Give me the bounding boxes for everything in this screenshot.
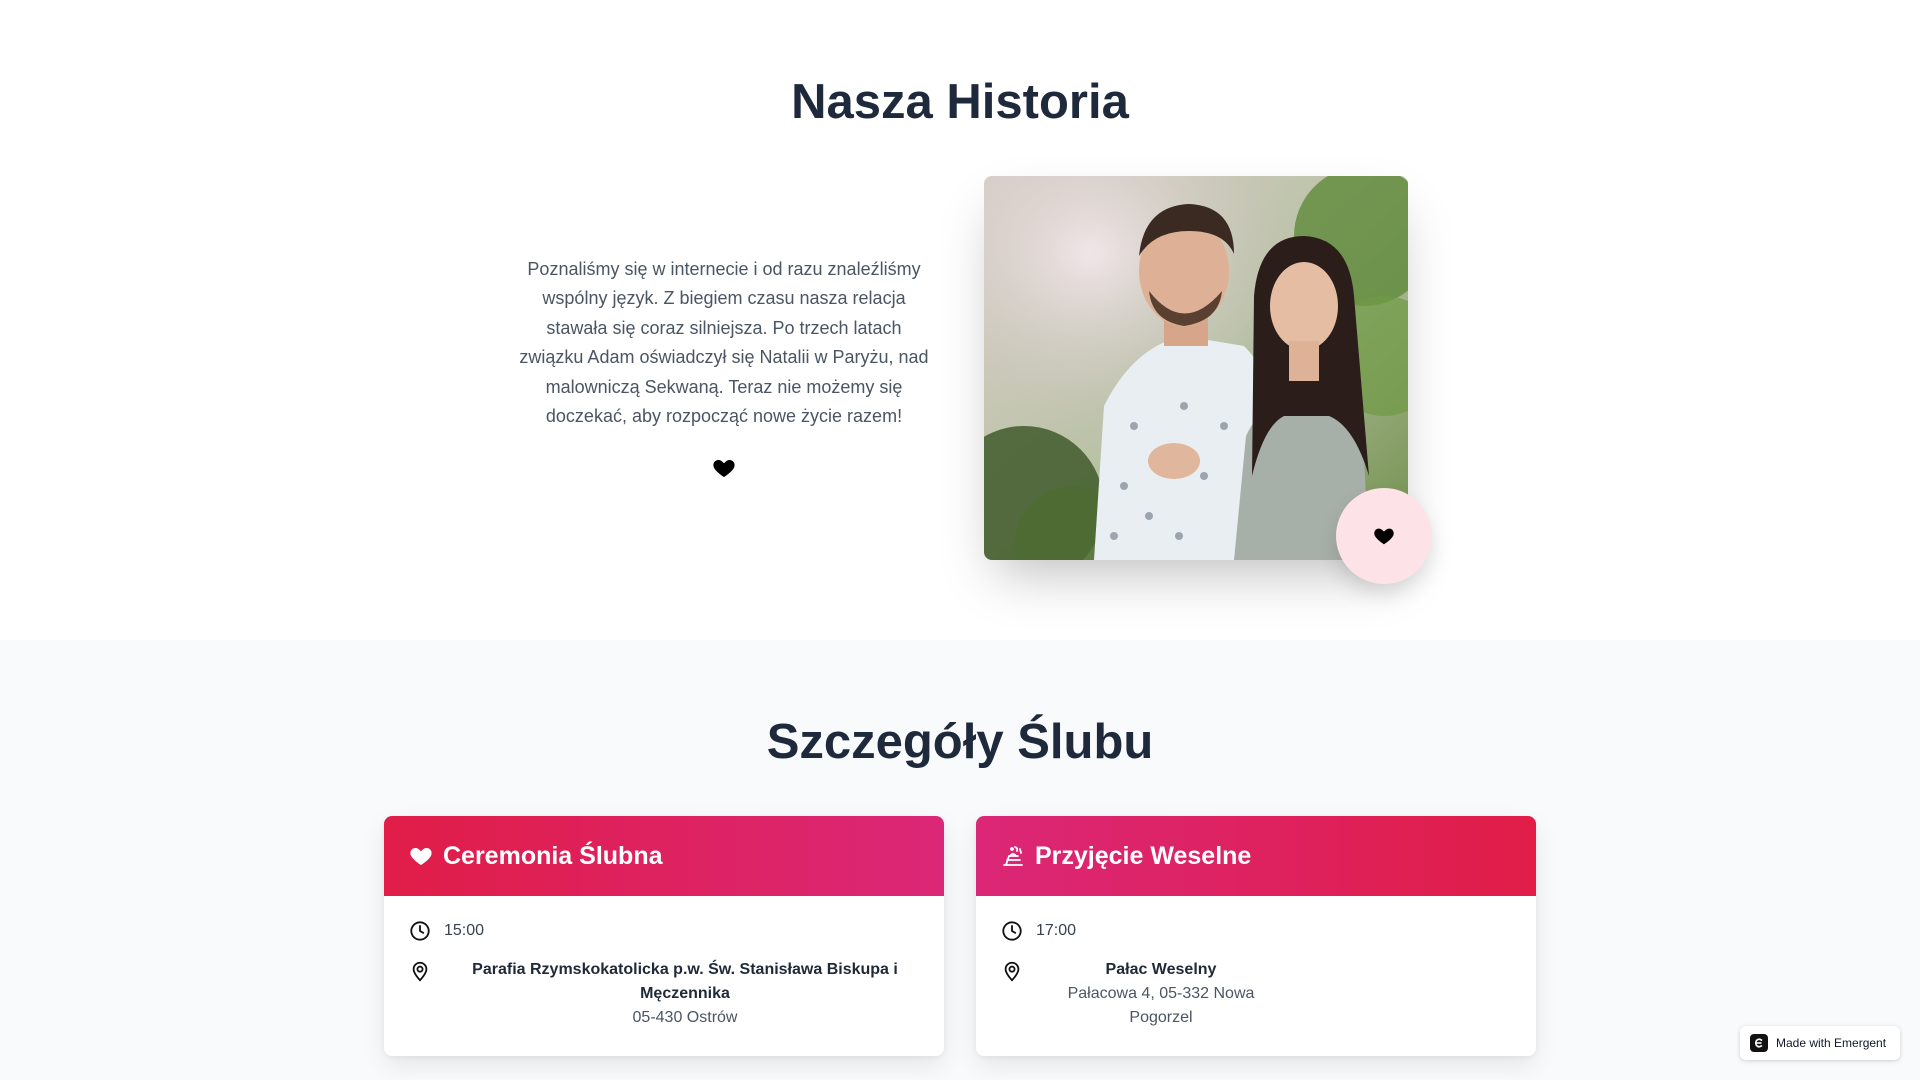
reception-card: Przyjęcie Weselne 17:00 Pałac Weselny Pa… — [976, 816, 1536, 1056]
ceremony-title: Ceremonia Ślubna — [443, 841, 663, 870]
heart-icon — [1373, 525, 1395, 547]
ceremony-time: 15:00 — [444, 922, 485, 939]
reception-location-row — [1001, 960, 1023, 982]
party-icon — [1001, 844, 1025, 868]
made-with-label: Made with Emergent — [1776, 1036, 1887, 1050]
ceremony-location-row — [409, 960, 431, 982]
ceremony-place-name: Parafia Rzymskokatolicka p.w. Św. Stanis… — [472, 961, 898, 1002]
details-title: Szczegóły Ślubu — [766, 715, 1154, 769]
ceremony-card-header: Ceremonia Ślubna — [384, 816, 944, 896]
heart-icon — [409, 844, 433, 868]
story-text: Poznaliśmy się w internecie i od razu zn… — [519, 259, 929, 427]
reception-time-row: 17:00 — [1001, 920, 1076, 942]
clock-icon — [1001, 920, 1023, 942]
heart-badge — [1336, 488, 1432, 584]
clock-icon — [409, 920, 431, 942]
reception-location: Pałac Weselny Pałacowa 4, 05-332 Nowa Po… — [1036, 958, 1286, 1030]
story-title: Nasza Historia — [791, 75, 1129, 129]
reception-title: Przyjęcie Weselne — [1035, 841, 1252, 870]
map-pin-icon — [1001, 960, 1023, 982]
ceremony-card: Ceremonia Ślubna 15:00 Parafia Rzymskoka… — [384, 816, 944, 1056]
emergent-logo-icon — [1750, 1034, 1768, 1052]
details-section — [0, 640, 1920, 1080]
reception-place-address: Pałacowa 4, 05-332 Nowa Pogorzel — [1067, 985, 1255, 1026]
ceremony-location: Parafia Rzymskokatolicka p.w. Św. Stanis… — [444, 958, 926, 1030]
couple-photo — [984, 176, 1408, 560]
reception-place-name: Pałac Weselny — [1105, 961, 1217, 978]
reception-card-header: Przyjęcie Weselne — [976, 816, 1536, 896]
reception-time: 17:00 — [1036, 922, 1077, 939]
ceremony-place-address: 05-430 Ostrów — [632, 1009, 738, 1026]
ceremony-time-row: 15:00 — [409, 920, 484, 942]
heart-icon — [712, 456, 736, 480]
made-with-emergent-badge[interactable]: Made with Emergent — [1740, 1026, 1900, 1060]
map-pin-icon — [409, 960, 431, 982]
